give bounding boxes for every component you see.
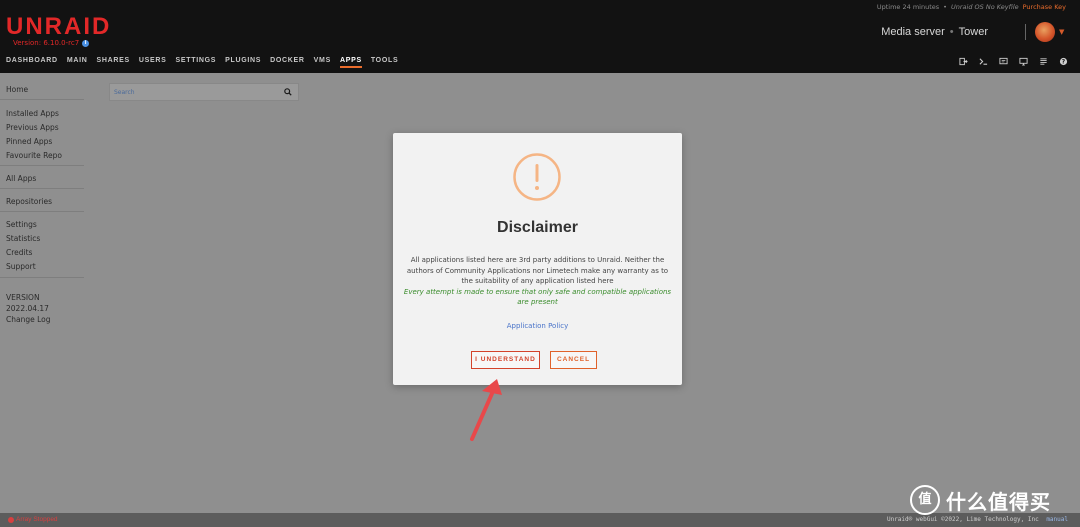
watermark-text: 什么值得买	[946, 489, 1051, 514]
sidebar-item-credits[interactable]: Credits	[6, 248, 32, 257]
header: UNRAID Version: 6.10.0-rc7 i Uptime 24 m…	[0, 0, 1080, 73]
modal-title: Disclaimer	[497, 219, 578, 236]
terminal-icon[interactable]	[979, 57, 988, 66]
watermark-logo-icon: 值	[910, 485, 940, 515]
sidebar-item-repositories[interactable]: Repositories	[6, 197, 52, 206]
info-icon[interactable]: i	[82, 39, 90, 47]
monitor-icon[interactable]	[1019, 57, 1028, 66]
nav-users[interactable]: USERS	[139, 57, 167, 68]
nav-apps[interactable]: APPS	[339, 57, 362, 68]
sidebar-divider	[0, 277, 84, 278]
sidebar-item-pinned-apps[interactable]: Pinned Apps	[6, 137, 52, 146]
header-divider	[1025, 24, 1026, 40]
top-status-bar: Uptime 24 minutes • Unraid OS No Keyfile…	[877, 3, 1066, 11]
separator-dot: •	[949, 26, 954, 38]
nav-settings[interactable]: SETTINGS	[176, 57, 217, 68]
arrow-annotation-icon	[470, 379, 502, 441]
user-avatar[interactable]	[1035, 22, 1055, 42]
sidebar-item-home[interactable]: Home	[6, 85, 28, 94]
nav-vms[interactable]: VMS	[314, 57, 331, 68]
version-heading: VERSION	[6, 293, 40, 302]
array-status[interactable]: Array Stopped	[8, 516, 58, 523]
nav-docker[interactable]: DOCKER	[270, 57, 305, 68]
version-text: Version: 6.10.0-rc7	[13, 39, 80, 47]
search-input[interactable]: Search	[109, 83, 299, 101]
server-tower: Tower	[958, 26, 988, 38]
uptime-text: Uptime 24 minutes	[876, 3, 940, 11]
stop-icon	[8, 516, 14, 523]
sidebar-item-settings[interactable]: Settings	[6, 220, 37, 229]
nav-main[interactable]: MAIN	[67, 57, 88, 68]
purchase-key-link[interactable]: Purchase Key	[1023, 3, 1066, 11]
search-icon[interactable]	[284, 88, 292, 96]
safety-note: Every attempt is made to ensure that onl…	[403, 287, 672, 307]
nav-dashboard[interactable]: DASHBOARD	[6, 57, 58, 68]
log-icon[interactable]	[1039, 57, 1048, 66]
sidebar-divider	[0, 188, 84, 189]
sidebar-divider	[0, 99, 84, 100]
search-placeholder: Search	[114, 89, 135, 96]
unraid-logo[interactable]: UNRAID	[6, 13, 111, 41]
sidebar-divider	[0, 165, 84, 166]
nav-plugins[interactable]: PLUGINS	[225, 57, 261, 68]
warning-icon	[513, 153, 561, 201]
change-log-link[interactable]: Change Log	[6, 315, 51, 324]
main-nav: DASHBOARD MAIN SHARES USERS SETTINGS PLU…	[6, 57, 398, 68]
sidebar-item-all-apps[interactable]: All Apps	[6, 174, 36, 183]
i-understand-button[interactable]: I UNDERSTAND	[471, 351, 540, 369]
disclaimer-modal: Disclaimer All applications listed here …	[393, 133, 682, 385]
separator-dot: •	[943, 3, 947, 11]
logout-icon[interactable]	[959, 57, 968, 66]
sidebar-item-statistics[interactable]: Statistics	[6, 234, 40, 243]
chevron-down-icon[interactable]: ▼	[1059, 28, 1064, 36]
sidebar-item-previous-apps[interactable]: Previous Apps	[6, 123, 59, 132]
registration-text[interactable]: Unraid OS No Keyfile	[951, 3, 1019, 11]
help-icon[interactable]: ?	[1059, 57, 1068, 66]
watermark: 值 什么值得买	[910, 482, 1070, 518]
array-status-text: Array Stopped	[16, 516, 58, 523]
feedback-icon[interactable]	[999, 57, 1008, 66]
nav-tools[interactable]: TOOLS	[371, 57, 398, 68]
disclaimer-text: All applications listed here are 3rd par…	[406, 256, 669, 285]
server-name: Media server	[881, 26, 945, 38]
server-description: Media server • Tower	[881, 26, 988, 38]
sidebar-item-support[interactable]: Support	[6, 262, 36, 271]
version-label: Version: 6.10.0-rc7 i	[13, 39, 90, 47]
application-policy-link[interactable]: Application Policy	[393, 322, 682, 330]
modal-body: All applications listed here are 3rd par…	[403, 255, 672, 308]
nav-shares[interactable]: SHARES	[97, 57, 130, 68]
sidebar-item-installed-apps[interactable]: Installed Apps	[6, 109, 59, 118]
sidebar-divider	[0, 211, 84, 212]
header-tool-icons: ?	[959, 57, 1068, 66]
sidebar-item-favourite-repo[interactable]: Favourite Repo	[6, 151, 62, 160]
ca-version: 2022.04.17	[6, 304, 49, 313]
cancel-button[interactable]: CANCEL	[550, 351, 597, 369]
